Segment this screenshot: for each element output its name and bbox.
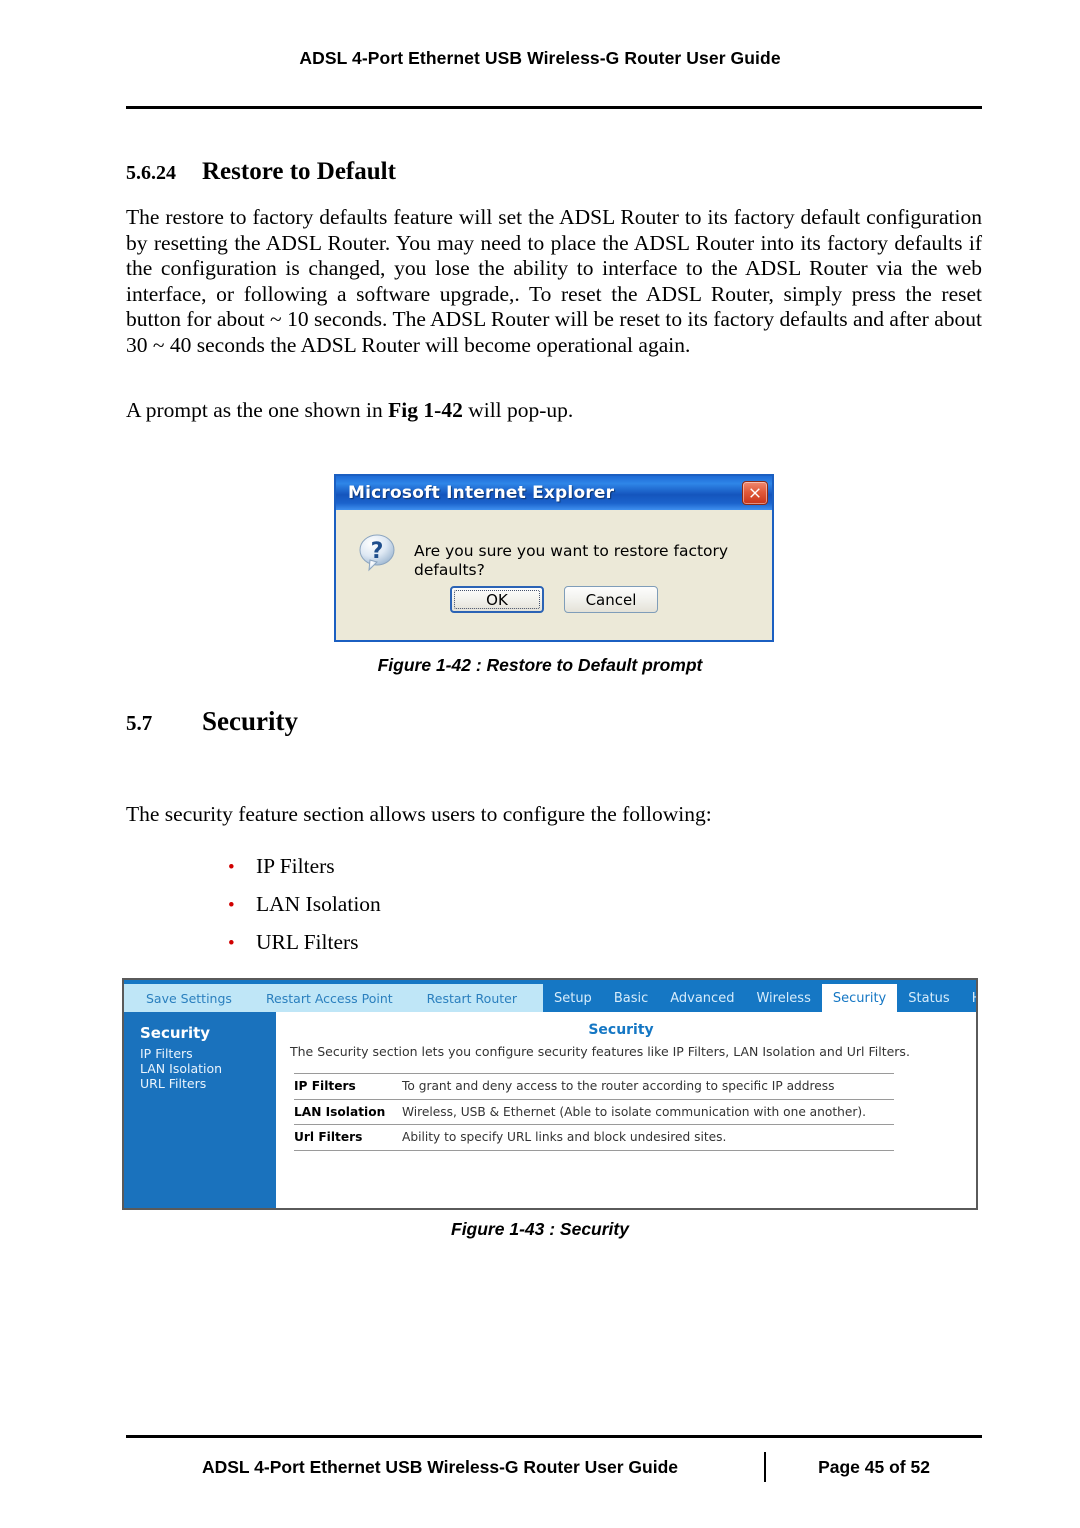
tab-wireless[interactable]: Wireless — [745, 984, 822, 1012]
dialog-body: ? Are you sure you want to restore facto… — [336, 510, 772, 642]
sidebar-item-lan-isolation[interactable]: LAN Isolation — [140, 1061, 276, 1076]
sidebar-item-url-filters[interactable]: URL Filters — [140, 1076, 276, 1091]
list-item: • LAN Isolation — [228, 886, 381, 924]
content-heading: Security — [588, 1022, 654, 1038]
footer-title: ADSL 4-Port Ethernet USB Wireless-G Rout… — [201, 1456, 678, 1477]
dialog-titlebar: Microsoft Internet Explorer — [336, 476, 772, 510]
tab-security[interactable]: Security — [821, 984, 898, 1012]
ok-button[interactable]: OK — [450, 586, 544, 613]
prompt-text-post: will pop-up. — [462, 398, 574, 422]
cancel-button[interactable]: Cancel — [564, 586, 658, 613]
dialog-message: Are you sure you want to restore factory… — [414, 542, 729, 579]
restart-router-button[interactable]: Restart Router — [427, 991, 517, 1006]
tab-advanced[interactable]: Advanced — [659, 984, 746, 1012]
security-features-table: IP Filters To grant and deny access to t… — [294, 1073, 894, 1151]
section-heading-security: 5.7 Security — [126, 706, 980, 737]
svg-text:?: ? — [371, 539, 384, 564]
dialog-button-row: OK Cancel — [336, 586, 772, 613]
router-web-ui-screenshot: Save Settings Restart Access Point Resta… — [122, 978, 978, 1210]
restore-paragraph: The restore to factory defaults feature … — [126, 205, 982, 357]
section-number: 5.6.24 — [126, 162, 176, 184]
security-intro-paragraph: The security feature section allows user… — [126, 802, 712, 826]
tab-setup[interactable]: Setup — [542, 984, 603, 1012]
question-bubble-icon: ? — [356, 532, 400, 576]
save-settings-button[interactable]: Save Settings — [146, 991, 232, 1006]
page-number: Page 45 of 52 — [818, 1456, 930, 1477]
tab-bar: Setup Basic Advanced Wireless Security S… — [542, 984, 976, 1012]
bullet-icon: • — [228, 857, 235, 878]
figure-caption-1-43: Figure 1-43 : Security — [451, 1219, 629, 1239]
section-heading-restore-to-default: 5.6.24 Restore to Default — [126, 158, 980, 186]
tab-status[interactable]: Status — [897, 984, 961, 1012]
bullet-icon: • — [228, 933, 235, 954]
feature-name: IP Filters — [294, 1073, 402, 1099]
router-main-area: Security IP Filters LAN Isolation URL Fi… — [124, 1012, 976, 1208]
page-footer: ADSL 4-Port Ethernet USB Wireless-G Rout… — [126, 1452, 982, 1482]
bullet-icon: • — [228, 895, 235, 916]
prompt-text-pre: A prompt as the one shown in — [126, 398, 389, 422]
feature-name: Url Filters — [294, 1124, 402, 1151]
internet-explorer-dialog: Microsoft Internet Explorer ? Are you su… — [334, 474, 774, 642]
sidebar-item-ip-filters[interactable]: IP Filters — [140, 1046, 276, 1061]
table-row: Url Filters Ability to specify URL links… — [294, 1124, 894, 1151]
footer-divider — [126, 1435, 982, 1438]
figure-reference: Fig 1-42 — [388, 398, 463, 422]
security-feature-list: • IP Filters • LAN Isolation • URL Filte… — [228, 848, 381, 962]
list-item-label: URL Filters — [256, 930, 359, 954]
feature-description: Ability to specify URL links and block u… — [402, 1124, 894, 1151]
restart-access-point-button[interactable]: Restart Access Point — [266, 991, 393, 1006]
list-item: • IP Filters — [228, 848, 381, 886]
page-title: Restore to Default — [202, 158, 396, 185]
navigation-bar: Save Settings Restart Access Point Resta… — [124, 984, 976, 1012]
table-row: LAN Isolation Wireless, USB & Ethernet (… — [294, 1098, 894, 1125]
page-header: ADSL 4-Port Ethernet USB Wireless-G Rout… — [299, 48, 781, 68]
tab-basic[interactable]: Basic — [602, 984, 660, 1012]
list-item: • URL Filters — [228, 924, 381, 962]
list-item-label: IP Filters — [256, 854, 335, 878]
section-title: Security — [202, 706, 298, 736]
tab-help[interactable]: Help — [960, 984, 976, 1012]
prompt-reference-paragraph: A prompt as the one shown in Fig 1-42 wi… — [126, 398, 982, 424]
figure-caption-1-42: Figure 1-42 : Restore to Default prompt — [377, 655, 703, 675]
table-row: IP Filters To grant and deny access to t… — [294, 1073, 894, 1099]
section-number: 5.7 — [126, 711, 153, 735]
content-panel: Security The Security section lets you c… — [276, 1012, 976, 1208]
sidebar-title: Security — [140, 1024, 211, 1042]
dialog-title: Microsoft Internet Explorer — [348, 483, 615, 503]
header-divider — [126, 106, 982, 109]
list-item-label: LAN Isolation — [256, 892, 381, 916]
feature-description: To grant and deny access to the router a… — [402, 1073, 894, 1099]
close-icon[interactable] — [742, 481, 768, 505]
sidebar: Security IP Filters LAN Isolation URL Fi… — [124, 1012, 276, 1208]
quick-actions-group: Save Settings Restart Access Point Resta… — [124, 984, 517, 1012]
feature-description: Wireless, USB & Ethernet (Able to isolat… — [402, 1098, 894, 1125]
content-description: The Security section lets you configure … — [290, 1044, 910, 1059]
feature-name: LAN Isolation — [294, 1098, 402, 1125]
